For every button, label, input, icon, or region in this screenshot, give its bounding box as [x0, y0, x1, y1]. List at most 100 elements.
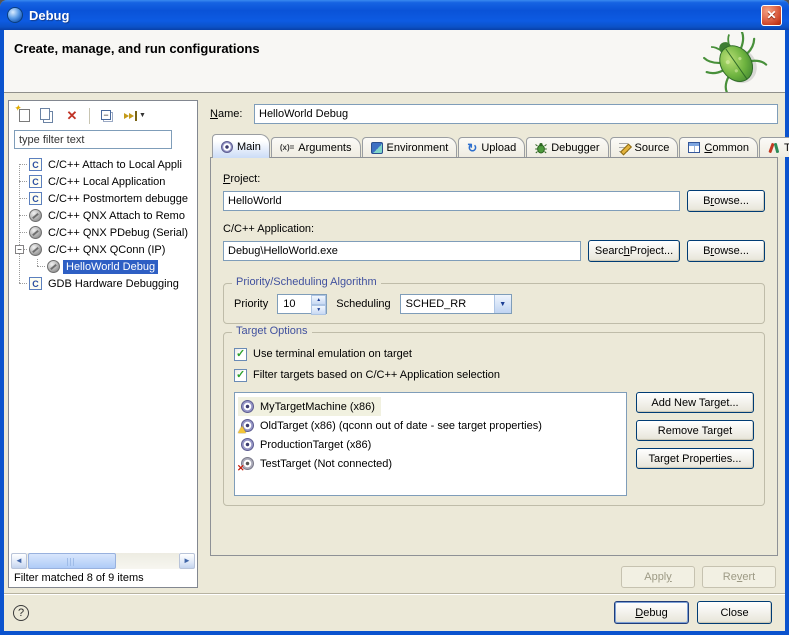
terminal-emulation-label: Use terminal emulation on target: [253, 348, 412, 360]
tab-label: Main: [237, 141, 261, 153]
name-label: Name:: [210, 108, 247, 120]
delete-configuration-icon: ✕: [67, 109, 78, 122]
qnx-target-icon: [29, 226, 42, 239]
duplicate-configuration-icon: [40, 108, 50, 120]
priority-group-title: Priority/Scheduling Algorithm: [232, 276, 381, 288]
tree-item[interactable]: CC/C++ Postmortem debugge: [9, 190, 197, 207]
project-browse-button[interactable]: Browse...: [687, 190, 765, 212]
tab-label: Common: [704, 142, 749, 154]
search-project-button[interactable]: Search Project...: [588, 240, 680, 262]
new-configuration-button[interactable]: ✦: [13, 106, 35, 126]
delete-configuration-button[interactable]: ✕: [61, 106, 83, 126]
close-button[interactable]: Close: [697, 601, 772, 624]
new-configuration-icon: ✦: [19, 109, 30, 122]
dialog-footer: ? Debug Close: [4, 593, 785, 631]
tab-bar: Main (x)=ArgumentsEnvironment↻Upload Debug…: [210, 133, 778, 157]
titlebar[interactable]: Debug ✕: [0, 0, 789, 30]
target-list-item[interactable]: MyTargetMachine (x86): [238, 397, 381, 416]
add-new-target-button[interactable]: Add New Target...: [636, 392, 754, 413]
tab-debugger[interactable]: Debugger: [526, 137, 608, 157]
terminal-emulation-option[interactable]: Use terminal emulation on target: [234, 345, 754, 363]
application-browse-button[interactable]: Browse...: [687, 240, 765, 262]
tab-tools[interactable]: Tools: [759, 137, 789, 157]
scheduling-dropdown[interactable]: SCHED_RR ▼: [400, 294, 512, 314]
application-input[interactable]: [223, 241, 581, 261]
upload-tab-icon: ↻: [467, 142, 477, 154]
tab-common[interactable]: Common: [679, 137, 758, 157]
tree-item-label: C/C++ QNX PDebug (Serial): [45, 226, 191, 240]
spinner-down-button[interactable]: ▼: [311, 305, 326, 315]
filter-configurations-button[interactable]: ▼: [120, 106, 150, 126]
tree-item[interactable]: HelloWorld Debug: [9, 258, 197, 275]
help-icon[interactable]: ?: [13, 605, 29, 621]
scroll-right-arrow[interactable]: ►: [179, 553, 195, 569]
tab-label: Arguments: [298, 142, 351, 154]
collapse-all-button[interactable]: −: [96, 106, 118, 126]
priority-label: Priority: [234, 298, 268, 310]
window-icon: [7, 7, 23, 23]
apply-button: Apply: [621, 566, 695, 588]
priority-spinner[interactable]: 10 ▲▼: [277, 294, 327, 314]
tools-tab-icon: [768, 142, 780, 154]
duplicate-configuration-button[interactable]: [37, 106, 59, 126]
priority-scheduling-group: Priority/Scheduling Algorithm Priority 1…: [223, 283, 765, 324]
c-application-icon: C: [29, 277, 42, 290]
tree-item[interactable]: −C/C++ QNX QConn (IP): [9, 241, 197, 258]
target-properties-button[interactable]: Target Properties...: [636, 448, 754, 469]
tab-arguments[interactable]: (x)=Arguments: [271, 137, 361, 157]
collapse-all-icon: −: [101, 110, 111, 120]
tree-item[interactable]: CC/C++ Local Application: [9, 173, 197, 190]
priority-value[interactable]: 10: [278, 295, 311, 313]
target-label: MyTargetMachine (x86): [260, 401, 375, 413]
tree-horizontal-scrollbar[interactable]: ◄ ►: [11, 552, 195, 569]
tab-upload[interactable]: ↻Upload: [458, 137, 525, 157]
tree-item[interactable]: CC/C++ Attach to Local Appli: [9, 156, 197, 173]
debug-button[interactable]: Debug: [614, 601, 689, 624]
target-icon: [241, 400, 254, 413]
target-icon: [241, 438, 254, 451]
scrollbar-track[interactable]: [27, 553, 179, 569]
tree-item[interactable]: CGDB Hardware Debugging: [9, 275, 197, 292]
dialog-body: ✦ ✕ − ▼ CC/C++ Attach to Local AppliCC/C…: [4, 94, 785, 593]
tab-source[interactable]: Source: [610, 137, 679, 157]
collapse-expander-icon[interactable]: −: [15, 245, 24, 254]
tree-item-label: C/C++ Attach to Local Appli: [45, 158, 185, 172]
close-window-button[interactable]: ✕: [761, 5, 782, 26]
filter-configurations-icon: [124, 110, 137, 122]
tab-label: Debugger: [551, 142, 599, 154]
spinner-up-button[interactable]: ▲: [311, 295, 326, 305]
filter-status: Filter matched 8 of 9 items: [9, 569, 197, 587]
filter-targets-option[interactable]: Filter targets based on C/C++ Applicatio…: [234, 366, 754, 384]
tree-item[interactable]: C/C++ QNX Attach to Remo: [9, 207, 197, 224]
close-icon: ✕: [766, 9, 776, 21]
environment-tab-icon: [371, 142, 383, 154]
application-label: C/C++ Application:: [223, 223, 765, 235]
terminal-emulation-checkbox[interactable]: [234, 348, 247, 361]
scrollbar-thumb[interactable]: [28, 553, 116, 569]
dialog-header: Create, manage, and run configurations: [4, 30, 785, 93]
target-warning-icon: [241, 419, 254, 432]
qnx-target-icon: [29, 209, 42, 222]
tab-environment[interactable]: Environment: [362, 137, 458, 157]
target-list-item[interactable]: ProductionTarget (x86): [238, 435, 377, 454]
target-options-group: Target Options Use terminal emulation on…: [223, 332, 765, 506]
dropdown-arrow-icon[interactable]: ▼: [494, 295, 511, 313]
project-label: Project:: [223, 173, 765, 185]
remove-target-button[interactable]: Remove Target: [636, 420, 754, 441]
filter-input[interactable]: [14, 130, 172, 149]
scroll-left-arrow[interactable]: ◄: [11, 553, 27, 569]
project-input[interactable]: [223, 191, 680, 211]
target-options-title: Target Options: [232, 325, 312, 337]
c-application-icon: C: [29, 175, 42, 188]
target-list-item[interactable]: OldTarget (x86) (qconn out of date - see…: [238, 416, 548, 435]
dialog-header-title: Create, manage, and run configurations: [4, 30, 785, 56]
configuration-detail-panel: Name: Main (x)=ArgumentsEnvironment↻Uploa…: [210, 104, 778, 588]
name-input[interactable]: [254, 104, 778, 124]
revert-button: Revert: [702, 566, 776, 588]
tab-label: Tools: [784, 142, 789, 154]
tree-item[interactable]: C/C++ QNX PDebug (Serial): [9, 224, 197, 241]
filter-targets-checkbox[interactable]: [234, 369, 247, 382]
tab-main[interactable]: Main: [212, 134, 270, 158]
target-list: MyTargetMachine (x86) OldTarget (x86) (qc…: [234, 392, 627, 496]
target-list-item[interactable]: ✕TestTarget (Not connected): [238, 454, 398, 473]
